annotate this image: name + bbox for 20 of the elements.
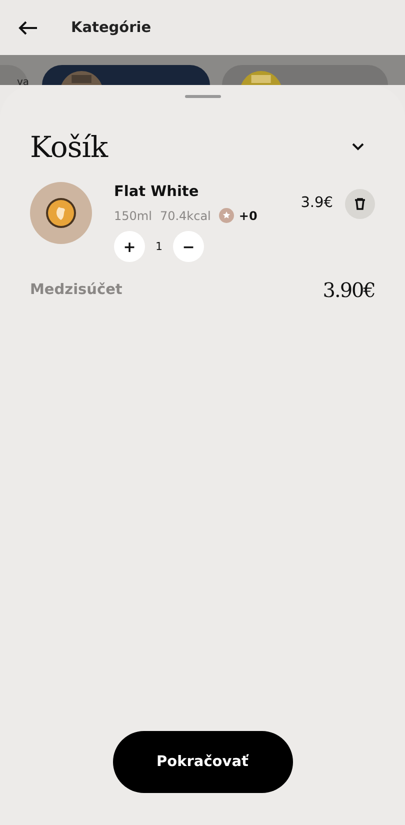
decrease-button[interactable]: −	[173, 231, 204, 262]
category-label: va	[16, 77, 29, 85]
increase-button[interactable]: +	[114, 231, 145, 262]
cart-title: Košík	[30, 130, 108, 164]
header-title: Kategórie	[71, 20, 152, 36]
subtotal-amount: 3.90€	[322, 278, 375, 302]
drag-handle[interactable]	[184, 95, 220, 98]
coffee-cup-icon	[30, 182, 92, 244]
volume-text: 150ml	[114, 208, 152, 222]
subtotal-label: Medzisúčet	[30, 282, 122, 298]
chevron-down-icon[interactable]	[351, 142, 365, 152]
item-price: 3.9€	[300, 195, 333, 211]
back-arrow-icon[interactable]	[18, 20, 38, 36]
product-name: Flat White	[114, 184, 200, 200]
points-text: +0	[238, 208, 258, 222]
continue-button[interactable]: Pokračovať	[112, 731, 292, 793]
quantity-text: 1	[154, 240, 164, 253]
trash-icon	[354, 198, 366, 210]
energy-text: 70.4kcal	[160, 208, 211, 222]
delete-button[interactable]	[345, 189, 375, 219]
